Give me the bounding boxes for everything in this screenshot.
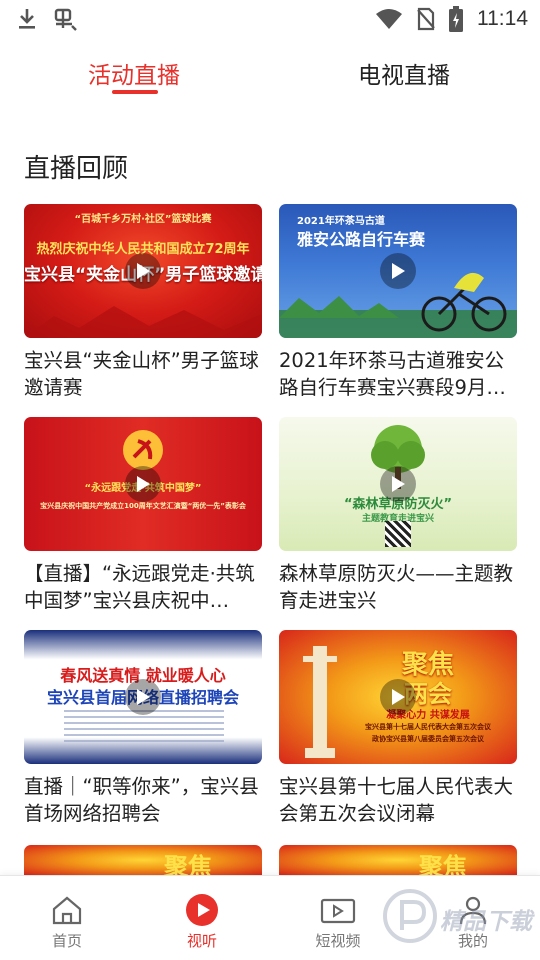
play-icon[interactable] bbox=[380, 466, 416, 502]
watermark: 精品下载 bbox=[382, 888, 538, 950]
video-title[interactable]: 森林草原防灭火——主题教育走进宝兴 bbox=[279, 560, 517, 614]
play-icon[interactable] bbox=[125, 679, 161, 715]
thumbnail-caption: 聚焦 bbox=[419, 853, 467, 875]
thumbnail-caption: 雅安公路自行车赛 bbox=[297, 230, 426, 249]
video-card[interactable]: “森林草原防灭火” 主题教育走进宝兴 森林草原防灭火——主题教育走进宝兴 bbox=[279, 417, 517, 614]
nav-label: 短视频 bbox=[315, 932, 361, 950]
play-circle-icon bbox=[162, 894, 242, 926]
video-card[interactable]: 2021年环茶马古道 雅安公路自行车赛 2021年环茶马古道雅安公路自行车赛宝兴… bbox=[279, 204, 517, 401]
video-thumbnail[interactable]: “永远跟党走·共筑中国梦” 宝兴县庆祝中国共产党成立100周年文艺汇演暨“两优一… bbox=[24, 417, 262, 551]
tab-tv-live[interactable]: 电视直播 bbox=[358, 56, 450, 90]
bug-icon bbox=[52, 6, 78, 32]
tab-activity-live[interactable]: 活动直播 bbox=[88, 56, 180, 90]
play-icon[interactable] bbox=[380, 253, 416, 289]
qr-code bbox=[385, 521, 411, 547]
thumbnail-caption: 凝聚心力 共谋发展 bbox=[386, 710, 470, 721]
video-card[interactable]: 春风送真情 就业暖人心 宝兴县首届网络直播招聘会 直播｜“职等你来”，宝兴县首场… bbox=[24, 630, 262, 827]
play-icon[interactable] bbox=[125, 466, 161, 502]
wifi-icon bbox=[375, 8, 403, 30]
video-thumbnail-partial[interactable]: 聚焦 bbox=[279, 845, 517, 875]
video-camera-icon bbox=[298, 894, 378, 926]
video-card[interactable]: 聚焦 两会 凝聚心力 共谋发展 宝兴县第十七届人民代表大会第五次会议 政协宝兴县… bbox=[279, 630, 517, 827]
section-title: 直播回顾 bbox=[24, 154, 129, 184]
watermark-logo-icon bbox=[383, 889, 437, 943]
nav-label: 首页 bbox=[51, 932, 82, 950]
play-icon[interactable] bbox=[380, 679, 416, 715]
nav-home[interactable]: 首页 bbox=[27, 894, 107, 951]
video-thumbnail[interactable]: 聚焦 两会 凝聚心力 共谋发展 宝兴县第十七届人民代表大会第五次会议 政协宝兴县… bbox=[279, 630, 517, 764]
thumbnail-caption: 政协宝兴县第八届委员会第五次会议 bbox=[372, 735, 484, 743]
video-thumbnail[interactable]: 春风送真情 就业暖人心 宝兴县首届网络直播招聘会 bbox=[24, 630, 262, 764]
thumbnail-caption: 聚焦 bbox=[164, 853, 212, 875]
watermark-text: 精品下载 bbox=[440, 909, 532, 935]
thumbnail-caption: “百城千乡万村·社区”篮球比赛 bbox=[74, 214, 212, 225]
top-tabs: 活动直播 电视直播 bbox=[0, 50, 540, 100]
thumbnail-caption: 宝兴县庆祝中国共产党成立100周年文艺汇演暨“两优一先”表彰会 bbox=[40, 502, 246, 510]
nav-short-video[interactable]: 短视频 bbox=[298, 894, 378, 951]
pillar-graphic bbox=[303, 646, 337, 758]
nav-audiovisual[interactable]: 视听 bbox=[162, 894, 242, 951]
home-icon bbox=[27, 894, 107, 926]
nav-label: 视听 bbox=[186, 932, 217, 950]
video-title[interactable]: 宝兴县“夹金山杯”男子篮球邀请赛 bbox=[24, 347, 262, 401]
play-icon[interactable] bbox=[125, 253, 161, 289]
clock: 11:14 bbox=[477, 7, 528, 30]
video-thumbnail-partial[interactable]: 聚焦 bbox=[24, 845, 262, 875]
video-title[interactable]: 【直播】“永远跟党走·共筑中国梦”宝兴县庆祝中… bbox=[24, 560, 262, 614]
download-icon bbox=[16, 7, 38, 31]
video-thumbnail[interactable]: “百城千乡万村·社区”篮球比赛 热烈庆祝中华人民共和国成立72周年 宝兴县“夹金… bbox=[24, 204, 262, 338]
no-sim-icon bbox=[417, 7, 435, 31]
video-card[interactable]: “百城千乡万村·社区”篮球比赛 热烈庆祝中华人民共和国成立72周年 宝兴县“夹金… bbox=[24, 204, 262, 401]
video-title[interactable]: 宝兴县第十七届人民代表大会第五次会议闭幕 bbox=[279, 773, 517, 827]
video-thumbnail[interactable]: “森林草原防灭火” 主题教育走进宝兴 bbox=[279, 417, 517, 551]
status-bar: 11:14 bbox=[0, 0, 540, 38]
tab-indicator bbox=[112, 90, 158, 94]
mountain-decoration bbox=[24, 306, 262, 338]
thumbnail-caption: 两会 bbox=[404, 680, 452, 708]
video-title[interactable]: 直播｜“职等你来”，宝兴县首场网络招聘会 bbox=[24, 773, 262, 827]
video-card[interactable]: “永远跟党走·共筑中国梦” 宝兴县庆祝中国共产党成立100周年文艺汇演暨“两优一… bbox=[24, 417, 262, 614]
video-thumbnail[interactable]: 2021年环茶马古道 雅安公路自行车赛 bbox=[279, 204, 517, 338]
video-title[interactable]: 2021年环茶马古道雅安公路自行车赛宝兴赛段9月… bbox=[279, 347, 517, 401]
thumbnail-text-lines bbox=[64, 710, 224, 746]
thumbnail-caption: 宝兴县第十七届人民代表大会第五次会议 bbox=[365, 723, 491, 731]
thumbnail-caption: 2021年环茶马古道 bbox=[297, 216, 385, 227]
battery-charging-icon bbox=[449, 6, 463, 32]
